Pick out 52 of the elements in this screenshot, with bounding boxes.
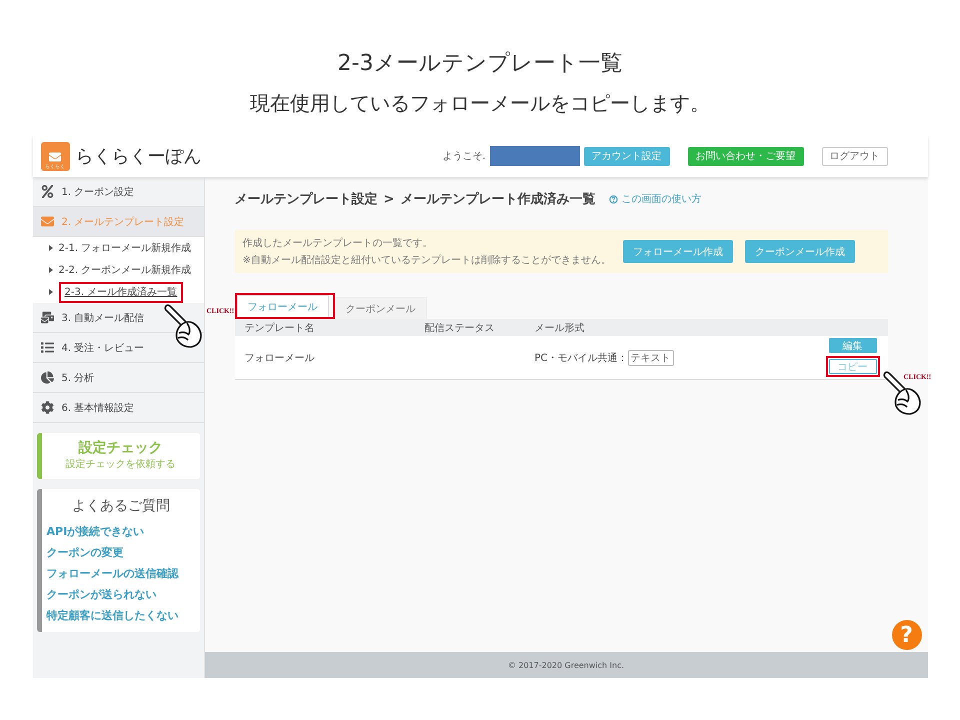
- header-button[interactable]: お問い合わせ・ご要望: [688, 146, 804, 166]
- caret-icon: [48, 289, 52, 295]
- settings-check-card[interactable]: 設定チェック 設定チェックを依頼する: [36, 433, 200, 479]
- faq-link[interactable]: クーポンが送られない: [46, 584, 156, 605]
- sidebar-item[interactable]: 3. 自動メール配信: [32, 303, 204, 333]
- template-name-cell-text: フォローメール: [244, 352, 316, 364]
- tab[interactable]: フォローメール: [236, 295, 328, 317]
- welcome-text: ようこそ.: [442, 150, 486, 163]
- gear-icon: [40, 401, 54, 414]
- question-circle-icon: [609, 194, 618, 204]
- help-link[interactable]: この画面の使い方: [609, 192, 702, 206]
- copy-button[interactable]: コピー: [828, 359, 876, 374]
- pie-chart-icon: [40, 371, 54, 384]
- column-header: テンプレート名: [244, 322, 316, 334]
- pointing-hand-drawing: [162, 303, 202, 349]
- logo-text: らくらくーぽん: [76, 145, 202, 168]
- faq-link[interactable]: 特定顧客に送信したくない: [46, 605, 178, 626]
- notice-text: ※自動メール配信設定と紐付いているテンプレートは削除することができません。: [242, 254, 611, 267]
- sidebar-item[interactable]: 5. 分析: [32, 363, 204, 393]
- faq-title: よくあるご質問: [72, 497, 170, 515]
- format-tag: テキスト: [628, 350, 674, 366]
- header-button[interactable]: ログアウト: [822, 146, 888, 166]
- envelopes-icon: [40, 311, 54, 324]
- faq-link[interactable]: APIが接続できない: [46, 521, 144, 542]
- footer-text: © 2017-2020 Greenwich Inc.: [204, 652, 928, 678]
- envelope-icon: [40, 215, 54, 228]
- create-button[interactable]: フォローメール作成: [622, 240, 733, 263]
- faq-link[interactable]: クーポンの変更: [46, 542, 124, 563]
- column-header: メール形式: [534, 322, 586, 334]
- sidebar-item[interactable]: 6. 基本情報設定: [32, 393, 204, 423]
- faq-link[interactable]: フォローメールの送信確認: [46, 563, 178, 584]
- slide-subtitle: 現在使用しているフォローメールをコピーします。: [250, 90, 710, 117]
- breadcrumb-item: メールテンプレート設定: [234, 190, 378, 208]
- sidebar-item[interactable]: 4. 受注・レビュー: [32, 333, 204, 363]
- breadcrumb-item: メールテンプレート作成済み一覧: [400, 190, 596, 208]
- header-button[interactable]: アカウント設定: [584, 146, 670, 166]
- caret-icon: [48, 267, 52, 273]
- sidebar-item[interactable]: 2. メールテンプレート設定: [32, 207, 204, 237]
- help-button[interactable]: ?: [892, 620, 922, 650]
- notice-text: 作成したメールテンプレートの一覧です。: [242, 236, 434, 250]
- edit-button[interactable]: 編集: [828, 338, 876, 353]
- caret-icon: [48, 245, 52, 251]
- breadcrumb-separator: >: [384, 192, 394, 206]
- percent-icon: [40, 185, 54, 198]
- card-subtitle: 設定チェックを依頼する: [66, 458, 176, 471]
- card-title: 設定チェック: [78, 439, 162, 457]
- format-cell-text: PC・モバイル共通：: [534, 352, 628, 364]
- column-header: 配信ステータス: [424, 322, 496, 334]
- slide-title: 2-3メールテンプレート一覧: [338, 50, 622, 78]
- list-icon: [40, 341, 54, 354]
- create-button[interactable]: クーポンメール作成: [744, 240, 855, 263]
- tab[interactable]: クーポンメール: [334, 297, 426, 319]
